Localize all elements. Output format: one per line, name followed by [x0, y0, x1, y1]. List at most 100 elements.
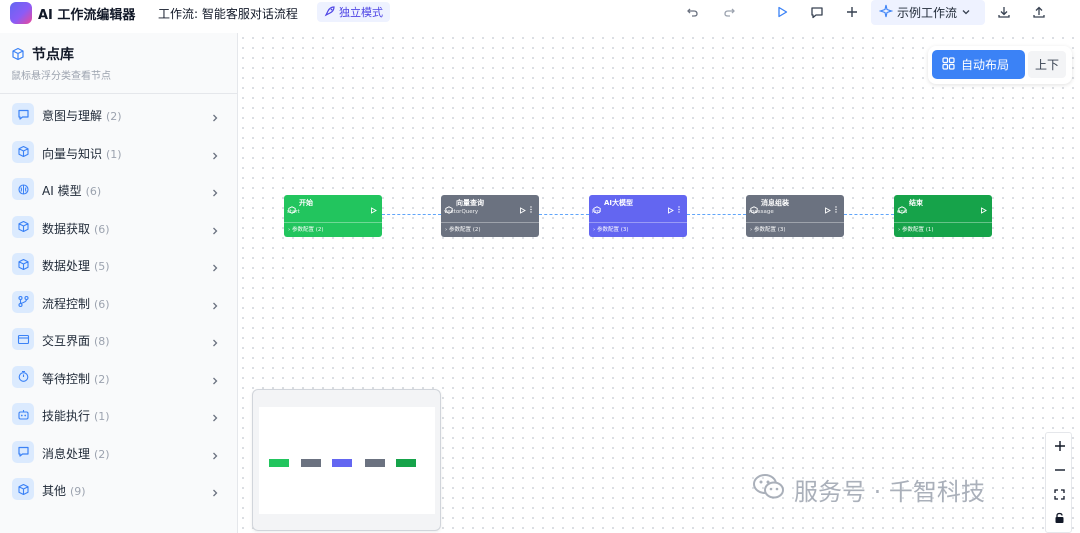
- node-divider: [441, 222, 539, 223]
- edge-llm-message[interactable]: [687, 214, 746, 215]
- sidebar-category[interactable]: 消息处理 (2): [0, 434, 237, 471]
- auto-layout-button[interactable]: 自动布局: [932, 50, 1025, 79]
- workflow-node-llm[interactable]: AI大模型 llm › 参数配置 (3): [589, 195, 687, 237]
- upload-icon: [1032, 4, 1046, 23]
- minimap-node: [332, 459, 352, 467]
- category-count: (6): [94, 222, 110, 236]
- node-params[interactable]: › 参数配置 (3): [593, 225, 629, 233]
- minimap-viewport[interactable]: [259, 407, 435, 514]
- sidebar-category[interactable]: AI 模型 (6): [0, 171, 237, 208]
- auto-layout-label: 自动布局: [961, 58, 1010, 72]
- brain-icon: [12, 178, 34, 200]
- sidebar-category[interactable]: 数据获取 (6): [0, 209, 237, 246]
- download-button[interactable]: [993, 2, 1015, 24]
- node-params-label: 参数配置 (2): [291, 227, 324, 233]
- message-icon: [12, 440, 34, 463]
- chevron-right-icon: [210, 446, 220, 465]
- category-name: 其他: [42, 484, 67, 498]
- node-more-icon[interactable]: [835, 198, 837, 213]
- node-title: 开始: [299, 199, 313, 207]
- undo-button[interactable]: [682, 2, 704, 24]
- chat-button[interactable]: [806, 2, 828, 24]
- layout-direction-button[interactable]: 上下: [1028, 51, 1066, 78]
- node-run-icon[interactable]: [667, 199, 674, 218]
- grid-icon: [942, 56, 955, 73]
- sidebar-subtitle: 鼠标悬浮分类查看节点: [11, 71, 111, 82]
- category-label: 向量与知识 (1): [42, 145, 122, 162]
- node-divider: [589, 222, 687, 223]
- zoom-out-button[interactable]: [1046, 458, 1073, 482]
- sidebar-category[interactable]: 其他 (9): [0, 471, 237, 508]
- app-title: AI 工作流编辑器: [38, 8, 136, 23]
- robot-icon: [12, 403, 34, 425]
- node-library-sidebar: 节点库 鼠标悬浮分类查看节点 意图与理解 (2) 向量与知识 (1) AI 模型 (6) 数…: [0, 33, 238, 533]
- edge-start-vector[interactable]: [382, 214, 441, 215]
- edge-vector-llm[interactable]: [539, 214, 589, 215]
- node-params[interactable]: › 参数配置 (2): [445, 225, 481, 233]
- upload-button[interactable]: [1028, 2, 1050, 24]
- node-params[interactable]: › 参数配置 (1): [898, 225, 934, 233]
- cube-icon: [12, 253, 34, 275]
- node-params-label: 参数配置 (2): [448, 227, 481, 233]
- chevron-right-icon: [210, 258, 220, 277]
- sidebar-category[interactable]: 向量与知识 (1): [0, 134, 237, 171]
- category-name: 向量与知识: [42, 146, 103, 161]
- category-name: 等待控制: [42, 371, 91, 386]
- lock-button[interactable]: [1046, 506, 1073, 530]
- cube-icon: [12, 140, 34, 163]
- sidebar-category[interactable]: 交互界面 (8): [0, 321, 237, 358]
- watermark-text: 服务号 · 千智科技: [794, 478, 985, 506]
- node-run-icon[interactable]: [824, 199, 831, 218]
- workflow-node-end[interactable]: 结束 end › 参数配置 (1): [894, 195, 992, 237]
- plus-icon: [1054, 437, 1066, 456]
- sidebar-category[interactable]: 流程控制 (6): [0, 284, 237, 321]
- run-button[interactable]: [771, 2, 793, 24]
- category-count: (2): [106, 110, 122, 123]
- workflow-node-start[interactable]: 开始 start › 参数配置 (2): [284, 195, 382, 237]
- category-name: 交互界面: [42, 334, 91, 348]
- cube-icon: [12, 478, 34, 500]
- app-logo: [10, 2, 32, 24]
- message-icon: [12, 103, 34, 125]
- lock-icon: [1054, 509, 1065, 528]
- node-params[interactable]: › 参数配置 (2): [288, 225, 324, 233]
- node-run-icon[interactable]: [980, 199, 987, 218]
- sidebar-category[interactable]: 技能执行 (1): [0, 396, 237, 433]
- edge-message-end[interactable]: [844, 214, 894, 215]
- redo-button[interactable]: [718, 2, 740, 24]
- node-type: end: [897, 209, 908, 215]
- sidebar-category[interactable]: 数据处理 (5): [0, 246, 237, 283]
- timer-icon: [12, 365, 34, 388]
- app-header: AI 工作流编辑器 工作流: 智能客服对话流程 独立模式 示例工作流: [0, 0, 1080, 25]
- example-workflow-dropdown[interactable]: 示例工作流: [871, 0, 985, 25]
- node-type: message: [749, 209, 774, 215]
- chevron-right-icon: [210, 333, 220, 352]
- minimap[interactable]: [252, 389, 441, 531]
- category-count: (2): [94, 372, 110, 386]
- sidebar-category[interactable]: 等待控制 (2): [0, 359, 237, 396]
- node-run-icon[interactable]: [370, 199, 377, 218]
- chevron-right-icon: [210, 483, 220, 502]
- node-more-icon[interactable]: [678, 198, 680, 213]
- minimap-node: [301, 459, 321, 467]
- chevron-right-icon: [210, 183, 220, 202]
- workflow-node-message[interactable]: 消息组装 message › 参数配置 (3): [746, 195, 844, 237]
- mode-badge[interactable]: 独立模式: [317, 2, 390, 22]
- category-label: AI 模型 (6): [42, 182, 101, 199]
- node-params[interactable]: › 参数配置 (3): [750, 225, 786, 233]
- node-title: 消息组装: [761, 199, 789, 207]
- category-count: (9): [70, 485, 86, 498]
- zoom-in-button[interactable]: [1046, 434, 1073, 458]
- watermark: 服务号 · 千智科技: [752, 472, 985, 507]
- add-node-button[interactable]: [841, 2, 863, 24]
- node-title: 结束: [909, 199, 923, 207]
- workflow-node-vectorQuery[interactable]: 向量查询 vectorQuery › 参数配置 (2): [441, 195, 539, 237]
- category-name: 技能执行: [42, 409, 91, 423]
- node-more-icon[interactable]: [530, 198, 532, 213]
- cube-icon: [11, 46, 25, 65]
- category-count: (5): [94, 260, 110, 273]
- fit-view-button[interactable]: [1046, 482, 1073, 506]
- sidebar-category[interactable]: 意图与理解 (2): [0, 96, 237, 133]
- node-run-icon[interactable]: [519, 199, 526, 218]
- category-name: 数据处理: [42, 259, 91, 273]
